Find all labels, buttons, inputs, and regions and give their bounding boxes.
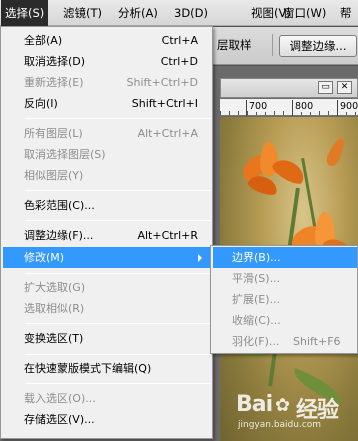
ruler-tick	[292, 100, 293, 116]
submenu-item-smooth[interactable]: 平滑(S)...	[213, 268, 357, 289]
menu-item-inverse[interactable]: 反向(I) Shift+Ctrl+I	[3, 93, 211, 114]
menu-item-similar-layers[interactable]: 相似图层(Y)	[3, 165, 211, 186]
menu-3d[interactable]: 3D(D)	[170, 0, 212, 26]
ruler-label-800: 800	[295, 101, 316, 112]
ruler-label-700: 700	[249, 101, 270, 112]
menu-item-deselect-layers[interactable]: 取消选择图层(S)	[3, 144, 211, 165]
menu-divider	[25, 354, 211, 355]
menu-item-grow[interactable]: 扩大选取(G)	[3, 277, 211, 298]
close-icon[interactable]: ✕	[337, 81, 352, 94]
menu-item-reselect[interactable]: 重新选择(E) Shift+Ctrl+D	[3, 72, 211, 93]
menu-item-modify[interactable]: 修改(M)	[3, 247, 211, 268]
menu-item-deselect[interactable]: 取消选择(D) Ctrl+D	[3, 51, 211, 72]
menu-item-refine-edge[interactable]: 调整边缘(F)... Alt+Ctrl+R	[3, 225, 211, 246]
ruler-tick	[246, 100, 247, 116]
menu-item-save-selection[interactable]: 存储选区(V)...	[3, 409, 211, 430]
restore-icon[interactable]: ▭	[318, 81, 333, 94]
watermark-url: jingyan.baidu.com	[238, 420, 322, 430]
menu-item-all-layers[interactable]: 所有图层(L) Alt+Ctrl+A	[3, 123, 211, 144]
watermark: Bai ✿ 经验 jingyan.baidu.com	[228, 392, 358, 437]
select-menu: 全部(A) Ctrl+A 取消选择(D) Ctrl+D 重新选择(E) Shif…	[0, 26, 213, 439]
menu-item-all[interactable]: 全部(A) Ctrl+A	[3, 30, 211, 51]
menu-item-color-range[interactable]: 色彩范围(C)...	[3, 195, 211, 216]
ruler-tick	[337, 100, 338, 116]
submenu-item-border[interactable]: 边界(B)...	[213, 247, 357, 268]
menu-window[interactable]: 窗口(W)	[279, 0, 330, 26]
menu-divider	[25, 220, 211, 221]
options-divider	[272, 34, 273, 56]
menu-select[interactable]: 选择(S)	[1, 0, 49, 26]
menu-filter[interactable]: 滤镜(T)	[59, 0, 106, 26]
paw-icon: ✿	[275, 395, 291, 416]
ruler-label-900: 900	[340, 101, 358, 112]
menu-help[interactable]: 帮	[336, 0, 356, 26]
refine-edge-button[interactable]: 调整边缘...	[279, 35, 357, 57]
modify-submenu: 边界(B)... 平滑(S)... 扩展(E)... 收缩(C)... 羽化(F…	[210, 245, 358, 354]
menu-item-similar[interactable]: 选取相似(R)	[3, 298, 211, 319]
menu-item-load-selection[interactable]: 载入选区(O)...	[3, 388, 211, 409]
watermark-logo: Bai	[236, 392, 273, 417]
menu-divider	[25, 190, 211, 191]
menu-divider	[25, 323, 211, 324]
submenu-item-contract[interactable]: 收缩(C)...	[213, 310, 357, 331]
submenu-arrow-icon	[198, 254, 202, 262]
submenu-item-expand[interactable]: 扩展(E)...	[213, 289, 357, 310]
menubar: 选择(S) 滤镜(T) 分析(A) 3D(D) 视图(V) 窗口(W) 帮	[0, 0, 358, 26]
menu-analysis[interactable]: 分析(A)	[114, 0, 162, 26]
menu-divider	[25, 273, 211, 274]
menu-divider	[25, 118, 211, 119]
menu-item-transform-selection[interactable]: 变换选区(T)	[3, 328, 211, 349]
menu-divider	[25, 383, 211, 384]
menu-item-quick-mask[interactable]: 在快速蒙版模式下编辑(Q)	[3, 358, 211, 379]
sample-layers-label: 层取样	[217, 38, 252, 52]
submenu-item-feather[interactable]: 羽化(F)... Shift+F6	[213, 331, 357, 352]
